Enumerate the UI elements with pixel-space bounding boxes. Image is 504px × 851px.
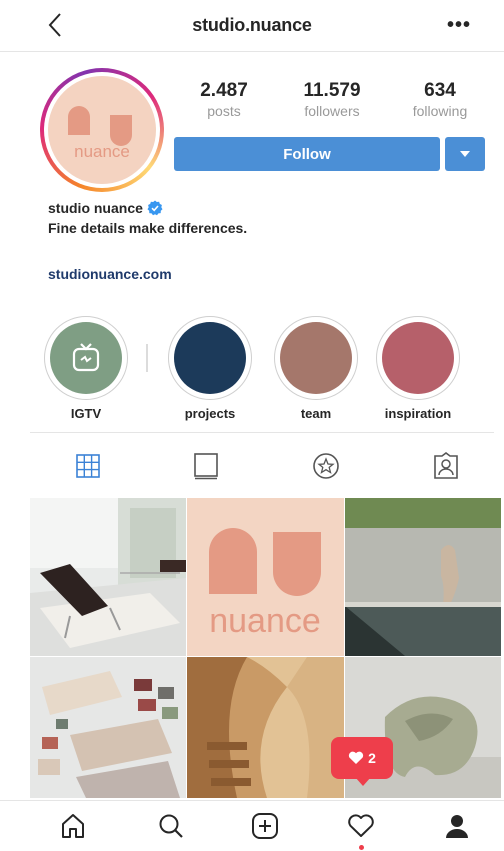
tab-saved[interactable] (306, 449, 346, 483)
caret-down-icon (460, 151, 470, 157)
igtv-icon (72, 343, 100, 372)
following-stat[interactable]: 634 following (390, 80, 490, 119)
profile-username-title: studio.nuance (192, 15, 312, 35)
post-thumbnail[interactable] (30, 657, 186, 798)
more-options-button[interactable]: ••• (444, 12, 474, 38)
top-bar: studio.nuance ••• (0, 0, 504, 52)
highlight-team[interactable]: team (270, 316, 362, 421)
display-name: studio nuance (48, 200, 143, 216)
website-link[interactable]: studionuance.com (48, 266, 468, 282)
post-thumbnail[interactable] (345, 498, 501, 656)
post-logo-thumbnail[interactable]: nuance (187, 498, 344, 656)
feed-icon (194, 453, 218, 480)
bio-text: Fine details make differences. (48, 220, 248, 236)
post-thumbnail[interactable] (187, 657, 344, 798)
avatar-logo: nuance (48, 76, 156, 184)
profile-icon (446, 815, 468, 838)
activity-heart-icon (348, 814, 374, 837)
following-label: following (412, 103, 468, 119)
highlight-label: IGTV (70, 406, 102, 421)
nav-search[interactable] (154, 809, 188, 843)
bottom-navigation (0, 800, 504, 851)
post-logo-text: nuance (209, 602, 321, 640)
verified-badge-icon (147, 200, 163, 216)
grid-icon (76, 454, 100, 478)
new-post-icon (252, 813, 278, 839)
profile-stats: 2.487 posts 11.579 followers 634 followi… (174, 80, 490, 119)
suggested-dropdown-button[interactable] (445, 137, 485, 171)
home-icon (62, 814, 84, 838)
highlight-label: projects (184, 406, 236, 421)
profile-tabs (30, 432, 494, 498)
posts-stat[interactable]: 2.487 posts (174, 80, 274, 119)
profile-avatar[interactable]: nuance (40, 68, 164, 192)
posts-grid: nuance (30, 498, 501, 798)
post-thumbnail[interactable] (30, 498, 186, 656)
nav-home[interactable] (56, 809, 90, 843)
following-count: 634 (424, 80, 456, 101)
nav-activity[interactable] (344, 809, 378, 843)
notification-tail (355, 777, 371, 786)
activity-notification-bubble[interactable]: 2 (331, 737, 393, 779)
avatar-logo-text: nuance (74, 142, 130, 161)
nav-profile[interactable] (440, 809, 474, 843)
notification-count: 2 (368, 750, 376, 766)
tagged-person-icon (434, 452, 458, 479)
tagged-star-icon (313, 453, 339, 479)
highlight-label: inspiration (384, 406, 452, 421)
follow-button[interactable]: Follow (174, 137, 440, 171)
activity-indicator-dot (359, 845, 364, 850)
highlight-divider (146, 344, 148, 372)
followers-count: 11.579 (303, 80, 361, 101)
search-icon (159, 814, 183, 838)
profile-bio: studio nuance Fine details make differen… (48, 200, 468, 282)
posts-count: 2.487 (200, 80, 248, 101)
highlight-label: team (300, 406, 332, 421)
nav-new-post[interactable] (248, 809, 282, 843)
highlight-igtv[interactable]: IGTV (40, 316, 132, 421)
highlight-projects[interactable]: projects (164, 316, 256, 421)
tab-tagged[interactable] (426, 449, 466, 483)
tab-feed[interactable] (186, 449, 226, 483)
followers-stat[interactable]: 11.579 followers (282, 80, 382, 119)
story-highlights: IGTV projects team inspiration (40, 316, 470, 426)
tab-grid[interactable] (68, 449, 108, 483)
highlight-inspiration[interactable]: inspiration (372, 316, 464, 421)
heart-icon (348, 751, 364, 764)
posts-label: posts (207, 103, 241, 119)
followers-label: followers (304, 103, 360, 119)
